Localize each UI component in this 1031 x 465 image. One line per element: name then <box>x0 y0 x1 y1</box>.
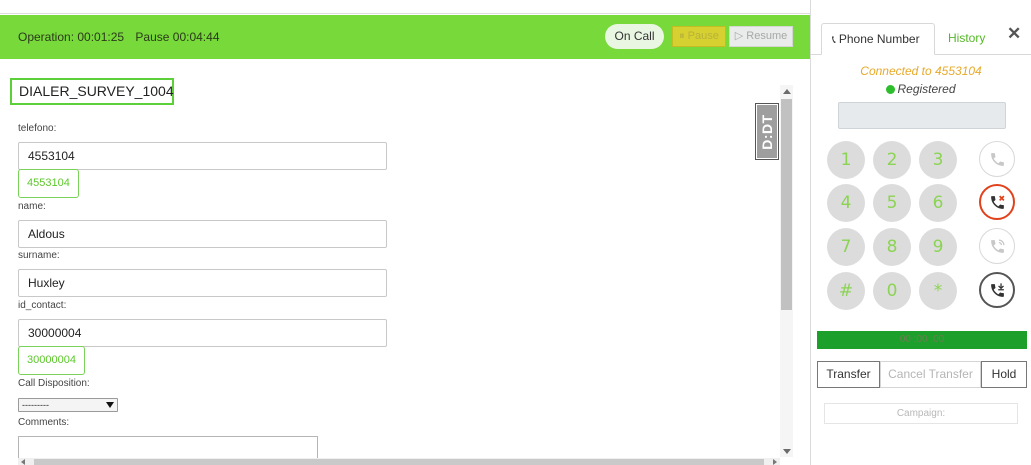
surname-label: surname: <box>18 250 60 261</box>
keypad-key-6[interactable]: 6 <box>919 184 957 222</box>
id-contact-dial-chip[interactable]: 30000004 <box>18 346 85 375</box>
chevron-down-icon <box>106 402 114 408</box>
side-logo-tab[interactable]: D:DT <box>755 103 779 160</box>
scroll-left-arrow-icon[interactable] <box>21 459 25 465</box>
name-input[interactable]: Aldous <box>18 220 387 248</box>
keypad-key-8[interactable]: 8 <box>873 228 911 266</box>
keypad-key-0[interactable]: 0 <box>873 272 911 310</box>
phone-hangup-icon <box>991 195 1005 209</box>
pause-time: Pause 00:04:44 <box>135 30 220 44</box>
scroll-down-arrow-icon[interactable] <box>783 449 791 454</box>
telefono-input[interactable]: 4553104 <box>18 142 387 170</box>
close-icon[interactable]: ✕ <box>1007 24 1021 44</box>
horizontal-scrollbar[interactable] <box>18 458 780 465</box>
top-border <box>0 0 810 14</box>
operation-timers: Operation: 00:01:25 Pause 00:04:44 <box>18 30 228 44</box>
keypad-key-2[interactable]: 2 <box>873 141 911 179</box>
resume-button[interactable]: ▷ Resume <box>729 26 793 47</box>
call-disposition-value: --------- <box>22 400 49 410</box>
incoming-call-button[interactable] <box>979 272 1015 308</box>
vertical-scrollbar[interactable] <box>780 85 793 457</box>
tab-phone-number[interactable]: 📞︎ Phone Number <box>821 23 935 55</box>
call-disposition-select[interactable]: --------- <box>18 398 118 412</box>
phone-icon <box>991 153 1004 166</box>
id-contact-input[interactable]: 30000004 <box>18 319 387 347</box>
surname-input[interactable]: Huxley <box>18 269 387 297</box>
call-status-badge: On Call <box>605 24 664 49</box>
pause-button[interactable]: ⏸ Pause <box>672 26 726 47</box>
registration-label: Registered <box>897 82 956 96</box>
telefono-dial-chip[interactable]: 4553104 <box>18 169 79 198</box>
keypad-key-9[interactable]: 9 <box>919 228 957 266</box>
keypad-key-1[interactable]: 1 <box>827 141 865 179</box>
connection-status: Connected to 4553104 <box>860 64 982 78</box>
dial-number-input[interactable] <box>838 102 1006 129</box>
dialer-form-panel: Operation: 00:01:25 Pause 00:04:44 On Ca… <box>0 0 810 465</box>
cancel-transfer-button[interactable]: Cancel Transfer <box>880 361 981 388</box>
scroll-up-arrow-icon[interactable] <box>783 89 791 94</box>
scroll-right-arrow-icon[interactable] <box>773 459 777 465</box>
softphone-panel: 📞︎ Phone Number History ✕ Connected to 45… <box>811 0 1031 465</box>
keypad-key-hash[interactable]: # <box>827 272 865 310</box>
status-dot-icon <box>886 85 896 94</box>
hold-button[interactable]: Hold <box>981 361 1027 388</box>
call-button[interactable] <box>979 141 1015 177</box>
hangup-button[interactable] <box>979 184 1015 220</box>
side-logo-text: D:DT <box>759 113 775 150</box>
name-label: name: <box>18 201 46 212</box>
tab-phone-number-label: Phone Number <box>838 32 920 46</box>
form-title: DIALER_SURVEY_1004 <box>10 78 174 105</box>
call-timer: 00 :00 :00 <box>817 331 1027 349</box>
phone-icon: 📞︎ <box>832 34 836 46</box>
callback-button[interactable] <box>979 228 1015 264</box>
vertical-scroll-thumb[interactable] <box>781 99 792 310</box>
registration-status: Registered <box>811 82 1031 96</box>
campaign-field[interactable]: Campaign: <box>824 403 1018 424</box>
id-contact-label: id_contact: <box>18 300 67 311</box>
keypad-key-3[interactable]: 3 <box>919 141 957 179</box>
tab-history[interactable]: History <box>948 31 985 45</box>
phone-callback-icon <box>991 239 1005 253</box>
keypad-key-4[interactable]: 4 <box>827 184 865 222</box>
transfer-button[interactable]: Transfer <box>817 361 880 388</box>
keypad-key-star[interactable]: * <box>919 272 957 310</box>
telefono-label: telefono: <box>18 123 57 134</box>
comments-label: Comments: <box>18 417 70 428</box>
call-disposition-label: Call Disposition: <box>18 378 90 389</box>
operation-time: Operation: 00:01:25 <box>18 30 125 44</box>
phone-incoming-icon <box>991 283 1004 297</box>
horizontal-scroll-thumb[interactable] <box>34 459 764 465</box>
keypad-key-5[interactable]: 5 <box>873 184 911 222</box>
keypad-key-7[interactable]: 7 <box>827 228 865 266</box>
